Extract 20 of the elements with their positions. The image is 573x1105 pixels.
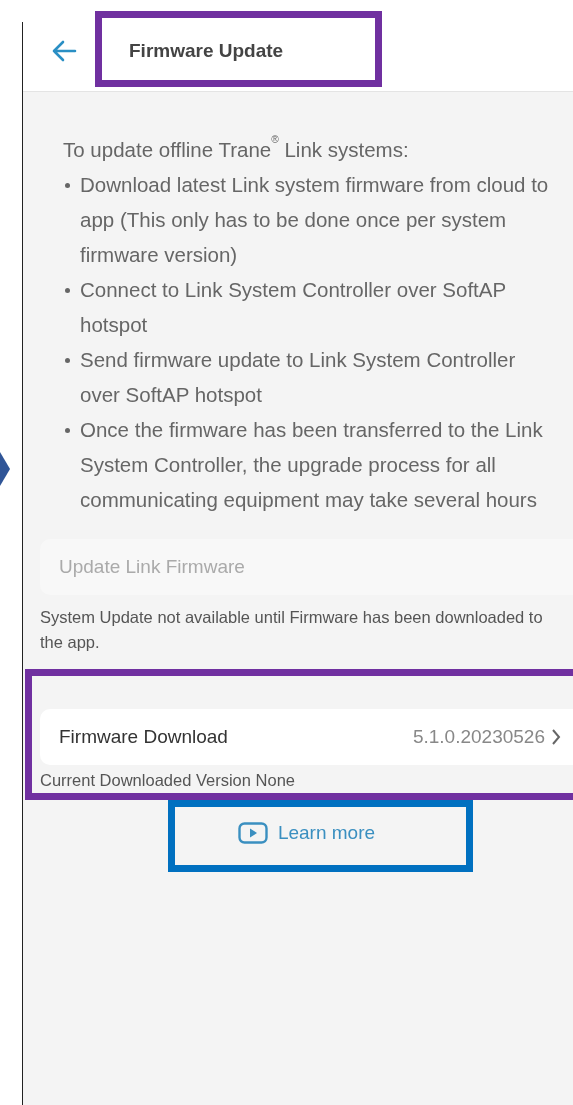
step-text: Connect to Link System Controller over SoftAP hotspot (80, 277, 507, 338)
update-note: System Update not available until Firmware has been downloaded to the app. (40, 607, 544, 653)
back-button[interactable] (51, 39, 77, 62)
chevron-icon (551, 728, 561, 746)
pointer-arrow-icon (0, 452, 10, 486)
step-text: Download latest Link system firmware from cloud to app (This only has to be done once per system firmware version) (80, 172, 550, 268)
version-text: 5.1.0.20230526 (412, 726, 545, 748)
page-title: Firmware Update (129, 39, 284, 62)
firmware-download-row[interactable]: Firmware Download 5.1.0.20230526 (40, 709, 573, 765)
step-text: Send firmware update to Link System Controller over SoftAP hotspot (80, 347, 517, 408)
intro-text: To update offline Trane$^{®}$ Link systems: (63, 133, 410, 163)
play-icon (237, 822, 268, 844)
row-label: Firmware Download (59, 726, 228, 748)
step-text: Once the firmware has been transferred to the Link System Controller, the upgrade process for all communicating equipment may take several hours (80, 417, 544, 513)
learn-more-link[interactable]: Learn more (237, 822, 376, 844)
bullet-icon (65, 428, 70, 433)
bullet-icon (65, 288, 70, 293)
downloaded-version-text: Current Downloaded Version None (40, 770, 296, 791)
bullet-icon (65, 183, 70, 188)
bullet-icon (65, 358, 70, 363)
